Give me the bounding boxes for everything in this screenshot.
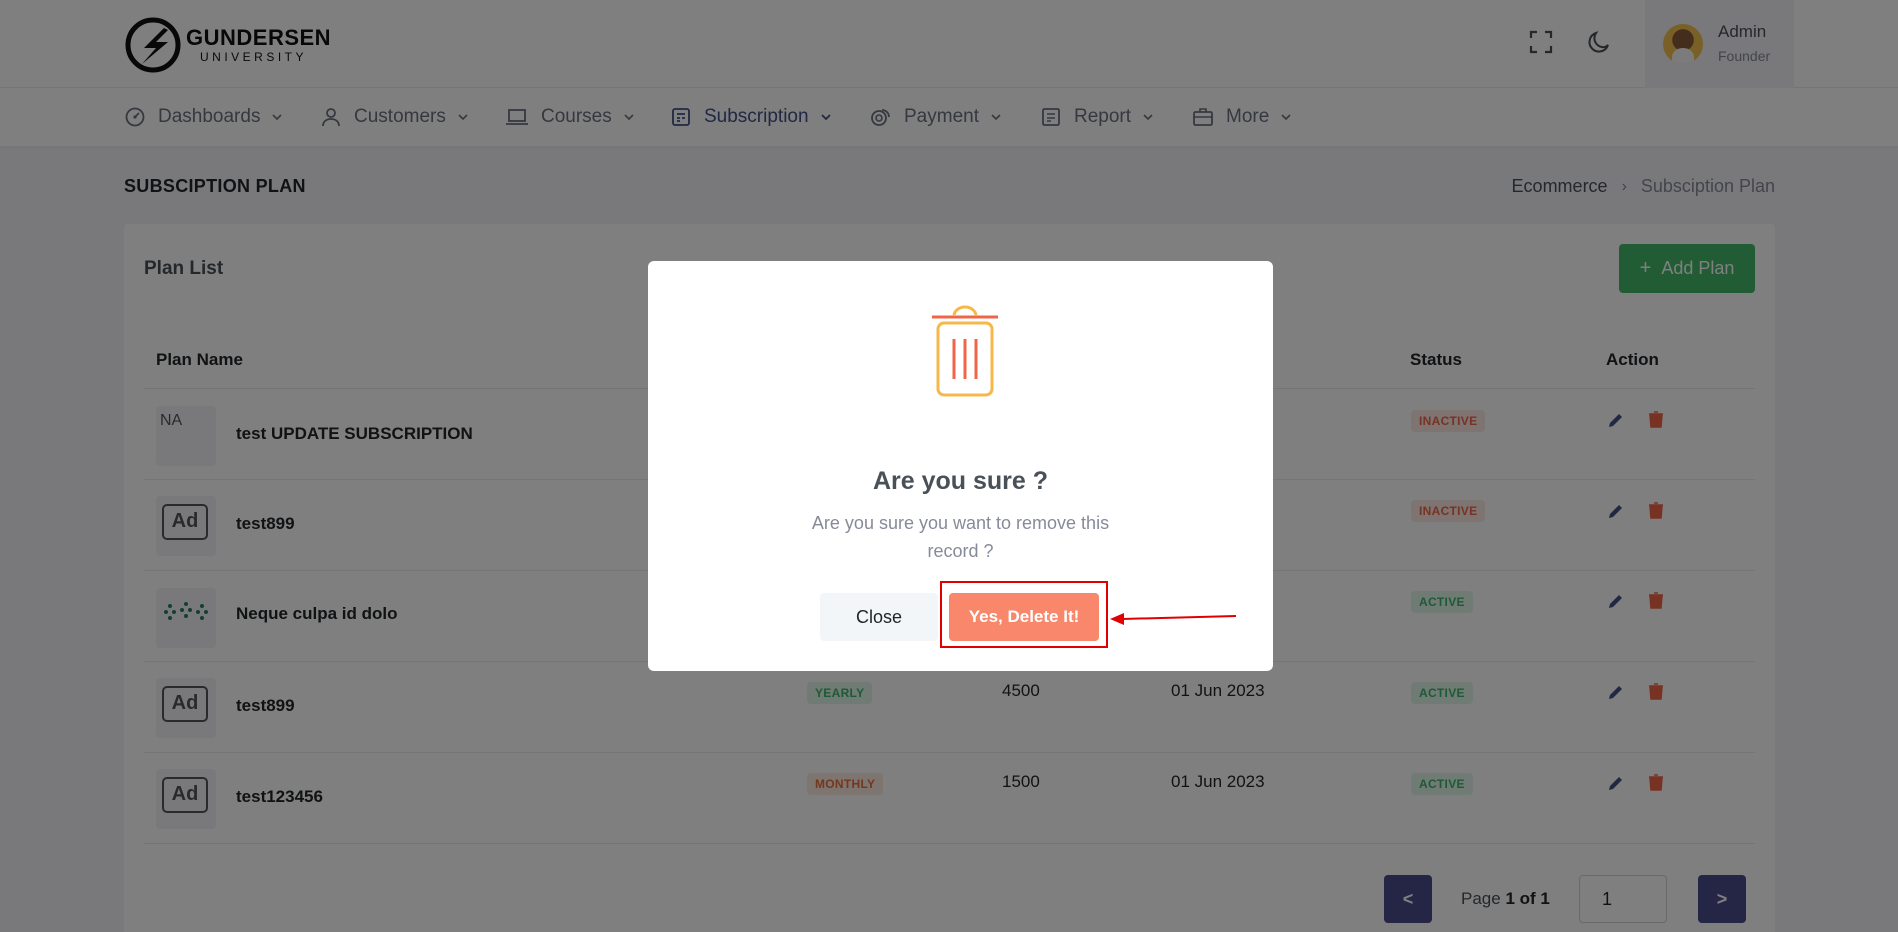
trash-icon bbox=[932, 305, 998, 397]
close-button[interactable]: Close bbox=[820, 593, 938, 641]
pointer-arrow-icon bbox=[1110, 613, 1237, 625]
highlight-box bbox=[940, 581, 1108, 648]
modal-title: Are you sure ? bbox=[872, 467, 1049, 495]
modal-message: Are you sure you want to remove this rec… bbox=[811, 513, 1110, 561]
